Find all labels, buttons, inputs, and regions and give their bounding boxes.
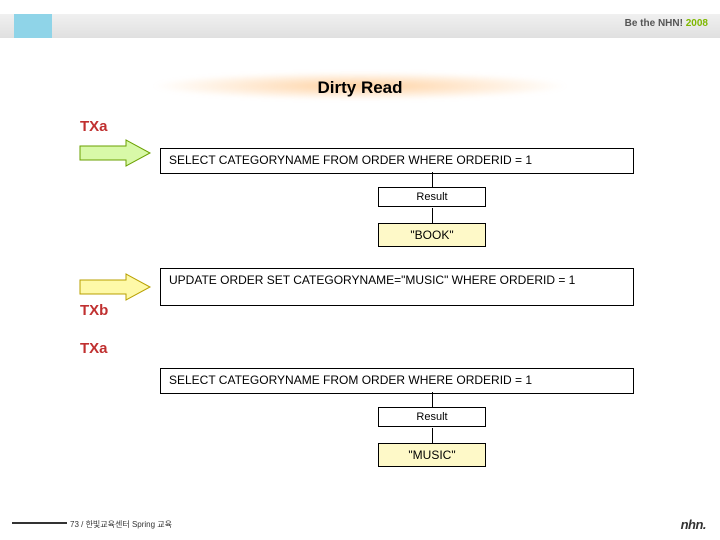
arrow-txa-1 [78,138,148,168]
result-value-1: "BOOK" [378,223,486,247]
slide-title: Dirty Read [0,78,720,98]
label-txb: TXb [80,302,108,319]
connector-1b [432,208,433,223]
box-select-2: SELECT CATEGORYNAME FROM ORDER WHERE ORD… [160,368,634,394]
result-label-2: Result [378,407,486,427]
header-accent-square [14,14,52,38]
arrow-txb [78,272,148,302]
label-txa-2: TXa [80,340,108,357]
connector-1a [432,172,433,187]
connector-2a [432,392,433,407]
result-value-2: "MUSIC" [378,443,486,467]
result-label-1: Result [378,187,486,207]
box-update: UPDATE ORDER SET CATEGORYNAME="MUSIC" WH… [160,268,634,306]
header-tagline: Be the NHN! 2008 [625,18,708,29]
header-bar [0,14,720,38]
nhn-logo: nhn. [681,517,706,532]
footer-line [12,522,67,524]
connector-2b [432,428,433,443]
box-select-1: SELECT CATEGORYNAME FROM ORDER WHERE ORD… [160,148,634,174]
label-txa-1: TXa [80,118,108,135]
tagline-year: 2008 [686,18,708,29]
tagline-prefix: Be the NHN! [625,18,683,29]
footer-text: 73 / 한빛교육센터 Spring 교육 [70,519,172,530]
